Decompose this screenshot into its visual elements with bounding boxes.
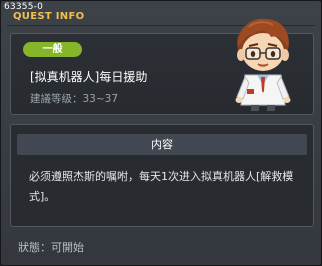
- window-title: QUEST INFO: [13, 11, 85, 22]
- level-range: 33~37: [82, 93, 119, 105]
- status-value: 可開始: [51, 241, 84, 254]
- quest-status: 狀態：可開始: [18, 239, 84, 255]
- scientist-npc-icon: [235, 18, 291, 111]
- content-section-header: 内容: [17, 134, 307, 155]
- quest-name: [拟真机器人]每日援助: [30, 70, 148, 84]
- recommended-level: 建議等级：33~37: [30, 91, 118, 106]
- quest-category-badge: 一般: [23, 42, 82, 57]
- quest-info-window: 63355-0 QUEST INFO 一般 [拟真机器人]每日援助 建議等级：3…: [0, 0, 322, 266]
- status-label: 狀態：: [18, 241, 51, 254]
- level-label: 建議等级：: [30, 93, 83, 105]
- quest-description: 必须遵照杰斯的嘱咐，每天1次进入拟真机器人[解救模式]。: [29, 170, 294, 203]
